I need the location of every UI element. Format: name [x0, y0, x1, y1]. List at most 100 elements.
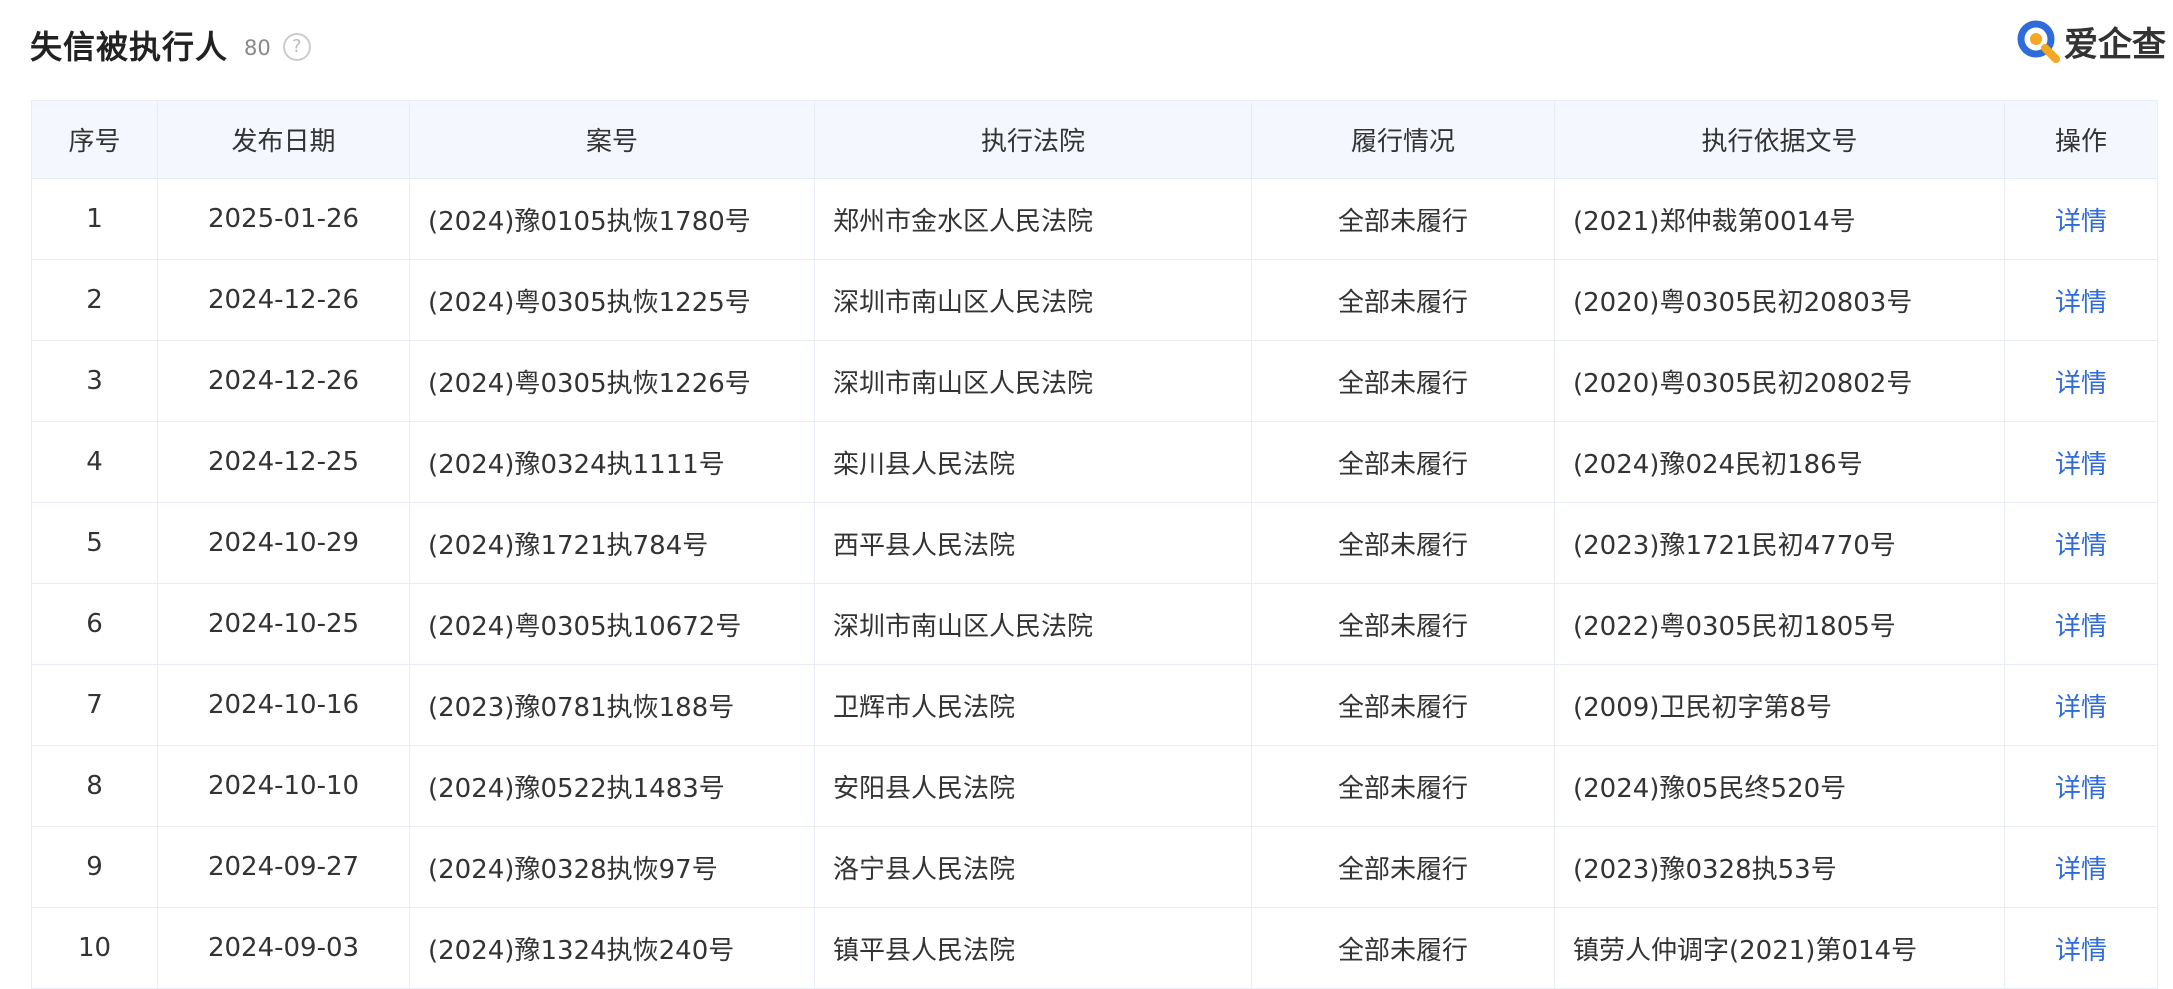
table-row: 6 2024-10-25 (2024)粤0305执10672号 深圳市南山区人民…	[31, 583, 2158, 665]
table-row: 8 2024-10-10 (2024)豫0522执1483号 安阳县人民法院 全…	[31, 745, 2158, 827]
cell-court: 西平县人民法院	[814, 502, 1252, 584]
cell-basis-document: 镇劳人仲调字(2021)第014号	[1554, 907, 2005, 989]
cell-no: 2	[31, 259, 158, 341]
detail-link[interactable]: 详情	[2055, 936, 2107, 966]
aiqicha-logo-icon	[2017, 20, 2060, 63]
cell-action: 详情	[2004, 178, 2158, 260]
cell-basis-document: (2023)豫1721民初4770号	[1554, 502, 2005, 584]
cell-status: 全部未履行	[1251, 502, 1555, 584]
cell-action: 详情	[2004, 745, 2158, 827]
cell-court: 郑州市金水区人民法院	[814, 178, 1252, 260]
table-row: 2 2024-12-26 (2024)粤0305执恢1225号 深圳市南山区人民…	[31, 259, 2158, 341]
cell-case-number: (2024)豫0522执1483号	[409, 745, 815, 827]
column-header-date: 发布日期	[157, 100, 410, 179]
table-row: 1 2025-01-26 (2024)豫0105执恢1780号 郑州市金水区人民…	[31, 178, 2158, 260]
cell-court: 卫辉市人民法院	[814, 664, 1252, 746]
cell-action: 详情	[2004, 583, 2158, 665]
detail-link[interactable]: 详情	[2055, 369, 2107, 399]
cell-basis-document: (2009)卫民初字第8号	[1554, 664, 2005, 746]
cell-date: 2024-10-29	[157, 502, 410, 584]
column-header-action: 操作	[2004, 100, 2158, 179]
cell-court: 深圳市南山区人民法院	[814, 340, 1252, 422]
cell-action: 详情	[2004, 340, 2158, 422]
cell-no: 9	[31, 826, 158, 908]
aiqicha-logo[interactable]: 爱企查	[2014, 14, 2166, 68]
record-count: 80	[244, 36, 271, 60]
cell-case-number: (2023)豫0781执恢188号	[409, 664, 815, 746]
cell-date: 2024-12-26	[157, 340, 410, 422]
column-header-case-number: 案号	[409, 100, 815, 179]
page-title: 失信被执行人	[30, 28, 229, 66]
cell-court: 镇平县人民法院	[814, 907, 1252, 989]
cell-basis-document: (2021)郑仲裁第0014号	[1554, 178, 2005, 260]
logo-text: 爱企查	[2064, 24, 2166, 65]
detail-link[interactable]: 详情	[2055, 288, 2107, 318]
cell-status: 全部未履行	[1251, 907, 1555, 989]
table-row: 9 2024-09-27 (2024)豫0328执恢97号 洛宁县人民法院 全部…	[31, 826, 2158, 908]
cell-basis-document: (2022)粤0305民初1805号	[1554, 583, 2005, 665]
cell-case-number: (2024)粤0305执恢1225号	[409, 259, 815, 341]
cell-action: 详情	[2004, 664, 2158, 746]
table-row: 7 2024-10-16 (2023)豫0781执恢188号 卫辉市人民法院 全…	[31, 664, 2158, 746]
cell-action: 详情	[2004, 421, 2158, 503]
cell-basis-document: (2020)粤0305民初20803号	[1554, 259, 2005, 341]
cell-basis-document: (2023)豫0328执53号	[1554, 826, 2005, 908]
detail-link[interactable]: 详情	[2055, 450, 2107, 480]
table-row: 5 2024-10-29 (2024)豫1721执784号 西平县人民法院 全部…	[31, 502, 2158, 584]
cell-court: 栾川县人民法院	[814, 421, 1252, 503]
cell-court: 深圳市南山区人民法院	[814, 259, 1252, 341]
cell-court: 安阳县人民法院	[814, 745, 1252, 827]
table-header-row: 序号 发布日期 案号 执行法院 履行情况 执行依据文号 操作	[31, 100, 2158, 179]
cell-status: 全部未履行	[1251, 259, 1555, 341]
cell-action: 详情	[2004, 907, 2158, 989]
cell-case-number: (2024)豫0324执1111号	[409, 421, 815, 503]
cell-status: 全部未履行	[1251, 745, 1555, 827]
cell-no: 3	[31, 340, 158, 422]
table-row: 4 2024-12-25 (2024)豫0324执1111号 栾川县人民法院 全…	[31, 421, 2158, 503]
cell-date: 2024-10-10	[157, 745, 410, 827]
column-header-status: 履行情况	[1251, 100, 1555, 179]
detail-link[interactable]: 详情	[2055, 855, 2107, 885]
cell-date: 2024-12-25	[157, 421, 410, 503]
cell-date: 2025-01-26	[157, 178, 410, 260]
cell-case-number: (2024)豫1324执恢240号	[409, 907, 815, 989]
question-circle-icon[interactable]: ?	[282, 33, 311, 61]
table-row: 10 2024-09-03 (2024)豫1324执恢240号 镇平县人民法院 …	[31, 907, 2158, 989]
cell-no: 7	[31, 664, 158, 746]
cell-case-number: (2024)粤0305执恢1226号	[409, 340, 815, 422]
cell-court: 深圳市南山区人民法院	[814, 583, 1252, 665]
cell-case-number: (2024)粤0305执10672号	[409, 583, 815, 665]
cell-status: 全部未履行	[1251, 178, 1555, 260]
cell-status: 全部未履行	[1251, 340, 1555, 422]
cell-no: 8	[31, 745, 158, 827]
cell-case-number: (2024)豫1721执784号	[409, 502, 815, 584]
detail-link[interactable]: 详情	[2055, 531, 2107, 561]
cell-action: 详情	[2004, 502, 2158, 584]
cell-no: 5	[31, 502, 158, 584]
cell-date: 2024-09-27	[157, 826, 410, 908]
column-header-basis-document: 执行依据文号	[1554, 100, 2005, 179]
section-header: 失信被执行人 80 ?	[30, 18, 311, 72]
cell-status: 全部未履行	[1251, 664, 1555, 746]
cell-no: 4	[31, 421, 158, 503]
cell-action: 详情	[2004, 259, 2158, 341]
cell-basis-document: (2024)豫024民初186号	[1554, 421, 2005, 503]
cell-status: 全部未履行	[1251, 826, 1555, 908]
cell-basis-document: (2024)豫05民终520号	[1554, 745, 2005, 827]
detail-link[interactable]: 详情	[2055, 612, 2107, 642]
cell-no: 10	[31, 907, 158, 989]
detail-link[interactable]: 详情	[2055, 774, 2107, 804]
cell-case-number: (2024)豫0328执恢97号	[409, 826, 815, 908]
cell-court: 洛宁县人民法院	[814, 826, 1252, 908]
cell-status: 全部未履行	[1251, 421, 1555, 503]
cell-date: 2024-10-16	[157, 664, 410, 746]
detail-link[interactable]: 详情	[2055, 207, 2107, 237]
cell-date: 2024-12-26	[157, 259, 410, 341]
cell-no: 6	[31, 583, 158, 665]
detail-link[interactable]: 详情	[2055, 693, 2107, 723]
cell-date: 2024-09-03	[157, 907, 410, 989]
column-header-court: 执行法院	[814, 100, 1252, 179]
cell-no: 1	[31, 178, 158, 260]
cell-basis-document: (2020)粤0305民初20802号	[1554, 340, 2005, 422]
table-row: 3 2024-12-26 (2024)粤0305执恢1226号 深圳市南山区人民…	[31, 340, 2158, 422]
